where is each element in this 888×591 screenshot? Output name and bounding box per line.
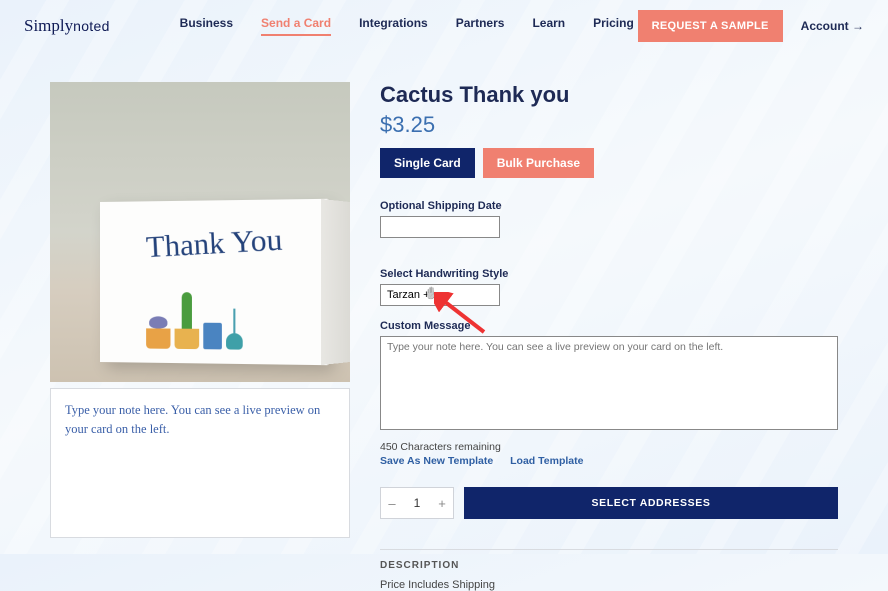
quantity-row: – 1 + SELECT ADDRESSES xyxy=(380,487,838,519)
load-template-link[interactable]: Load Template xyxy=(510,455,583,467)
nav-send-card[interactable]: Send a Card xyxy=(261,16,331,36)
left-column: Thank You Type your note here. You can s… xyxy=(50,82,350,591)
handwriting-style-group: Select Handwriting Style ✋ xyxy=(380,268,838,306)
product-price: $3.25 xyxy=(380,112,838,138)
nav-pricing[interactable]: Pricing xyxy=(593,16,634,36)
nav-integrations[interactable]: Integrations xyxy=(359,16,428,36)
product-title: Cactus Thank you xyxy=(380,82,838,108)
qty-value: 1 xyxy=(403,496,431,510)
handwriting-style-select[interactable] xyxy=(380,284,500,306)
shipping-date-input[interactable] xyxy=(380,216,500,238)
bulk-purchase-button[interactable]: Bulk Purchase xyxy=(483,148,594,178)
logo-script: Simply xyxy=(24,16,73,35)
nav-learn[interactable]: Learn xyxy=(532,16,565,36)
request-sample-button[interactable]: REQUEST A SAMPLE xyxy=(638,10,783,42)
purchase-type-toggle: Single Card Bulk Purchase xyxy=(380,148,838,178)
description-section: DESCRIPTION Price Includes Shipping xyxy=(380,549,838,591)
shipping-date-group: Optional Shipping Date xyxy=(380,200,838,238)
select-addresses-button[interactable]: SELECT ADDRESSES xyxy=(464,487,838,519)
header: Simplynoted Business Send a Card Integra… xyxy=(0,0,888,52)
account-link[interactable]: Account → xyxy=(801,19,864,33)
nav-business[interactable]: Business xyxy=(180,16,233,36)
qty-increase-button[interactable]: + xyxy=(431,496,453,511)
shipping-date-label: Optional Shipping Date xyxy=(380,200,838,212)
description-line: Price Includes Shipping xyxy=(380,579,838,591)
content: Thank You Type your note here. You can s… xyxy=(0,52,888,591)
custom-message-label: Custom Message xyxy=(380,320,838,332)
right-column: Cactus Thank you $3.25 Single Card Bulk … xyxy=(380,82,838,591)
top-nav: Business Send a Card Integrations Partne… xyxy=(180,16,634,36)
description-heading: DESCRIPTION xyxy=(380,560,838,571)
succulent-icon xyxy=(146,328,170,348)
glass-icon xyxy=(203,323,222,350)
qty-decrease-button[interactable]: – xyxy=(381,496,403,511)
logo-rest: noted xyxy=(73,18,110,34)
custom-message-group: Custom Message xyxy=(380,320,838,435)
characters-remaining: 450 Characters remaining xyxy=(380,441,838,453)
logo[interactable]: Simplynoted xyxy=(24,16,110,36)
card-front-text: Thank You xyxy=(145,223,283,266)
product-image: Thank You xyxy=(50,82,350,382)
plants-illustration xyxy=(146,322,243,349)
custom-message-textarea[interactable] xyxy=(380,336,838,430)
live-preview: Type your note here. You can see a live … xyxy=(50,388,350,538)
single-card-button[interactable]: Single Card xyxy=(380,148,475,178)
twig-icon xyxy=(226,333,243,350)
nav-partners[interactable]: Partners xyxy=(456,16,505,36)
handwriting-style-label: Select Handwriting Style xyxy=(380,268,838,280)
quantity-stepper: – 1 + xyxy=(380,487,454,519)
save-template-link[interactable]: Save As New Template xyxy=(380,455,493,467)
template-links: Save As New Template Load Template xyxy=(380,455,838,467)
card-mockup: Thank You xyxy=(100,199,328,365)
cactus-icon xyxy=(175,329,200,350)
